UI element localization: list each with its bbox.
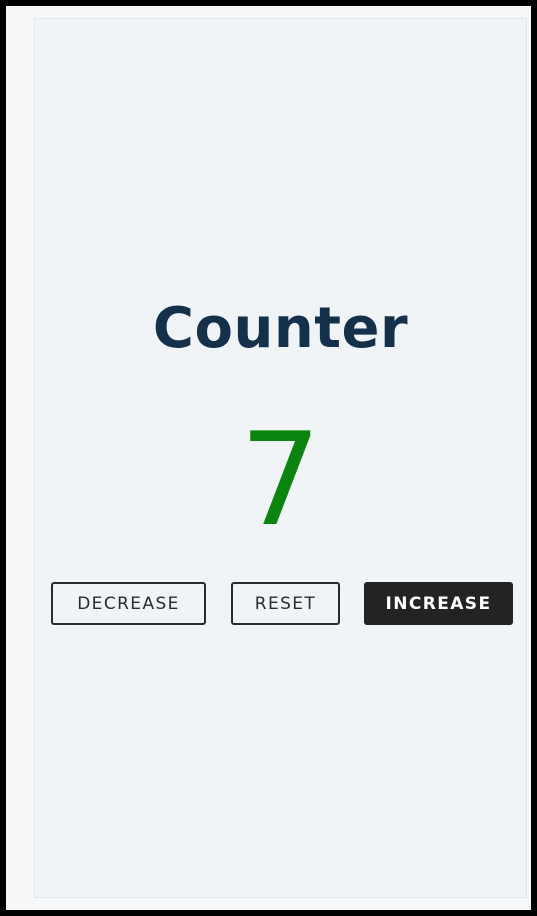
counter-value: 7 (239, 406, 322, 555)
page-title: Counter (152, 296, 409, 361)
window-frame: Counter 7 DECREASE RESET INCREASE (0, 0, 537, 916)
counter-app: Counter 7 DECREASE RESET INCREASE (34, 18, 527, 898)
reset-button[interactable]: RESET (231, 582, 340, 625)
increase-button[interactable]: INCREASE (364, 582, 513, 625)
window-content: Counter 7 DECREASE RESET INCREASE (6, 6, 531, 910)
decrease-button[interactable]: DECREASE (51, 582, 206, 625)
